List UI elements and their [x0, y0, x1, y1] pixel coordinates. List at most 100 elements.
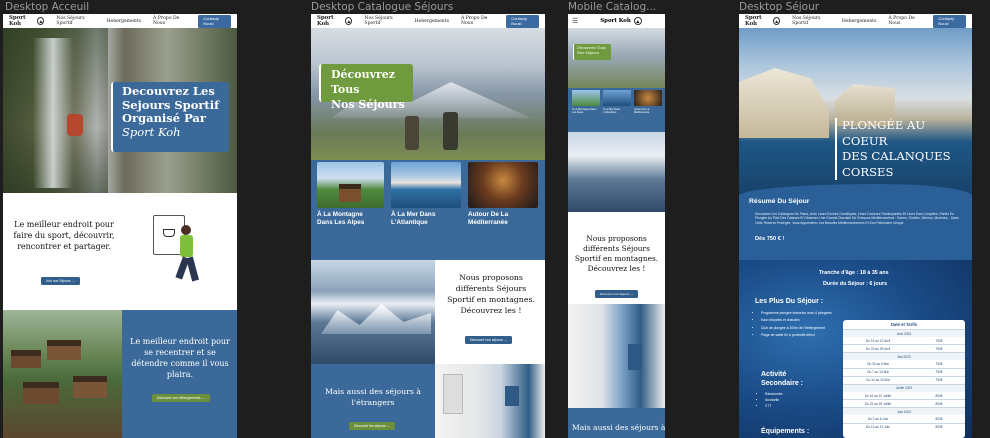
navbar: Sport Koh ⛰ Nos Séjours Sportif Hebergem…: [311, 14, 545, 28]
relax-text: Le meilleur endroit pour se recentrer et…: [130, 337, 230, 379]
mountain-logo-icon: ⛰: [37, 17, 45, 25]
table-row: Du 23 au 29 Juillet 800€: [843, 400, 965, 409]
brand-name[interactable]: Sport Koh: [745, 15, 770, 27]
frame-desktop-accueil: Sport Koh ⛰ Nos Séjours Sportif Hebergem…: [3, 14, 237, 438]
row-price: 750€: [935, 338, 943, 343]
sejour-hero-title: PLONGÉE AU COEUR DES CALANQUES CORSES: [835, 118, 971, 180]
age-range: Tranche d'âge : 18 à 35 ans: [819, 270, 889, 276]
card-label: À La Montagne Dans Les Alpes: [317, 211, 365, 226]
brand-name[interactable]: Sport Koh: [317, 15, 342, 27]
frame-label-accueil[interactable]: Desktop Acceuil: [5, 1, 89, 13]
destination-card-mediterranee[interactable]: Autour De La Méditerranée: [468, 162, 538, 226]
nav-link-hebergements[interactable]: Hebergements: [106, 19, 140, 24]
hero-title-line: Sejours Sportif: [122, 97, 220, 112]
hero-title-line: Nos Séjours: [331, 98, 405, 111]
mobile-navbar: ☰ Sport Koh ⛰: [568, 14, 665, 28]
destination-card-mer[interactable]: À La Mer Dans L'Atlantique: [391, 162, 461, 226]
row-price: 800€: [935, 401, 943, 406]
discover-accommodation-button[interactable]: Découvrir nos hébergements →: [152, 394, 210, 402]
basketball-player-illustration: [153, 207, 213, 297]
card-label: À La Mer Dans L'Atlantique: [603, 108, 621, 115]
hero-title-line: Organisé Par: [122, 111, 206, 125]
nav-link-sejours[interactable]: Nos Séjours Sportif: [364, 16, 402, 26]
santorini-image: [435, 364, 545, 438]
row-date: Du 7 au 13 Mai: [867, 370, 889, 375]
contact-button[interactable]: Contacty Nous!: [506, 14, 539, 28]
glacier-image: [311, 260, 435, 364]
plus-item: Programme plongée intensive avec 6 plong…: [761, 311, 841, 315]
activity-list: Randonnée Snorkelin VTT: [765, 391, 783, 409]
mobile-glacier-image: [568, 132, 665, 212]
row-date: Du 16 au 22 Juillet: [864, 393, 892, 398]
diver-image: [468, 162, 538, 208]
activity-item: VTT: [765, 403, 783, 409]
equipment-title: Équipements :: [761, 428, 810, 435]
frame-desktop-catalogue: Sport Koh ⛰ Nos Séjours Sportif Hebergem…: [311, 14, 545, 438]
contact-button[interactable]: Contacty Nous!: [933, 14, 966, 28]
mobile-card-mediterranee[interactable]: Autour De La Méditerranée: [634, 90, 662, 114]
see-sejours-button[interactable]: Voir nos Séjours →: [41, 277, 81, 285]
hero-title-line: Sport Koh: [122, 124, 181, 139]
intro-section: Le meilleur endroit pour faire du sport,…: [3, 193, 237, 310]
row-price: 800€: [935, 393, 943, 398]
plus-item: Plage de sable fin à proximité direct: [761, 333, 841, 337]
mobile-discover-button[interactable]: Découvrir nos Séjours →: [595, 290, 639, 298]
frame-label-sejour[interactable]: Desktop Séjour: [739, 1, 819, 13]
intro-text: Le meilleur endroit pour faire du sport,…: [13, 220, 115, 251]
hero-title-line: PLONGÉE AU COEUR: [842, 118, 926, 148]
details-section: Tranche d'âge : 18 à 35 ans Durée du Séj…: [739, 260, 972, 438]
table-row: Du 7 au 13 Mai 750€: [843, 369, 965, 377]
card-label: Autour De La Méditerranée: [468, 211, 509, 226]
promo-text: Nous proposons différents Séjours Sporti…: [447, 273, 535, 315]
mobile-santorini-image: [568, 304, 665, 408]
mobile-abroad-section: Mais aussi des séjours à l': [568, 408, 665, 438]
row-date: Du 2 au 6 Juin: [867, 416, 889, 421]
mobile-card-mer[interactable]: À La Mer Dans L'Atlantique: [603, 90, 631, 114]
frame-desktop-sejour: Sport Koh ⛰ Nos Séjours Sportif Hebergem…: [739, 14, 972, 438]
accommodation-image: [3, 310, 122, 438]
brand-name[interactable]: Sport Koh: [9, 15, 34, 27]
nav-link-a-propos[interactable]: À Propo De Nous: [888, 16, 921, 26]
nav-link-hebergements[interactable]: Hebergements: [842, 19, 876, 24]
nav-link-sejours[interactable]: Nos Séjours Sportif: [792, 16, 830, 26]
month-header: Avril 2023: [843, 330, 965, 337]
table-row: Du 16 au 22 Avril 750€: [843, 337, 965, 346]
burger-menu-icon[interactable]: ☰: [572, 17, 578, 25]
row-price: 750€: [935, 346, 943, 351]
frame-mobile-catalogue: ☰ Sport Koh ⛰ Découvrez Tous Nos Séjours…: [568, 14, 665, 438]
hero-title-box: Decouvrez Les Sejours Sportif Organisé P…: [111, 82, 229, 152]
row-date: Du 23 au 29 Juillet: [864, 401, 892, 406]
table-row: Du 30 au 6 Mai 750€: [843, 360, 965, 369]
frame-label-mobile[interactable]: Mobile Catalog...: [568, 1, 656, 13]
row-price: 750€: [935, 378, 943, 383]
hero-title-line: Decouvrez Les: [122, 84, 215, 98]
card-label: À La Mer Dans L'Atlantique: [391, 211, 436, 226]
month-header: Juillet 2023: [843, 384, 965, 392]
discover-abroad-button[interactable]: Découvrir les séjours →: [349, 422, 395, 430]
row-date: Du 30 au 6 Mai: [867, 361, 889, 366]
hikers-figure: [405, 116, 419, 150]
hero-title-box: Découvrez Tous Nos Séjours: [319, 64, 413, 111]
nav-link-sejours[interactable]: Nos Séjours Sportif: [56, 16, 94, 26]
contact-button[interactable]: Contacty Nous!: [198, 14, 231, 28]
discover-sejours-button[interactable]: Découvrir nos séjours →: [465, 336, 513, 344]
table-title: Date et Tarifs: [843, 320, 965, 330]
promo-section: Nous proposons différents Séjours Sporti…: [435, 260, 545, 364]
month-header: Juin 2023: [843, 408, 965, 416]
row-price: 800€: [935, 425, 943, 430]
hero-title-line: CORSES: [842, 164, 894, 179]
mobile-destinations-band: À La Montagne Dans Les Alpes À La Mer Da…: [568, 88, 665, 212]
nav-link-a-propos[interactable]: À Propo De Nous: [461, 16, 494, 26]
mobile-card-montagne[interactable]: À La Montagne Dans Les Alpes: [572, 90, 600, 114]
frame-label-catalogue[interactable]: Desktop Catalogue Séjours: [311, 1, 453, 13]
alps-chalet-image: [317, 162, 384, 208]
plus-list: Programme plongée intensive avec 6 plong…: [761, 311, 841, 338]
nav-link-a-propos[interactable]: À Propo De Nous: [153, 16, 186, 26]
brand-name[interactable]: Sport Koh: [600, 18, 631, 24]
destination-card-montagne[interactable]: À La Montagne Dans Les Alpes: [317, 162, 384, 226]
duration: Durée du Séjour : 6 jours: [823, 281, 888, 287]
nav-link-hebergements[interactable]: Hebergements: [414, 19, 448, 24]
card-label: À La Montagne Dans Les Alpes: [572, 108, 597, 115]
navbar: Sport Koh ⛰ Nos Séjours Sportif Hebergem…: [3, 14, 237, 28]
hikers-figure: [443, 112, 458, 150]
